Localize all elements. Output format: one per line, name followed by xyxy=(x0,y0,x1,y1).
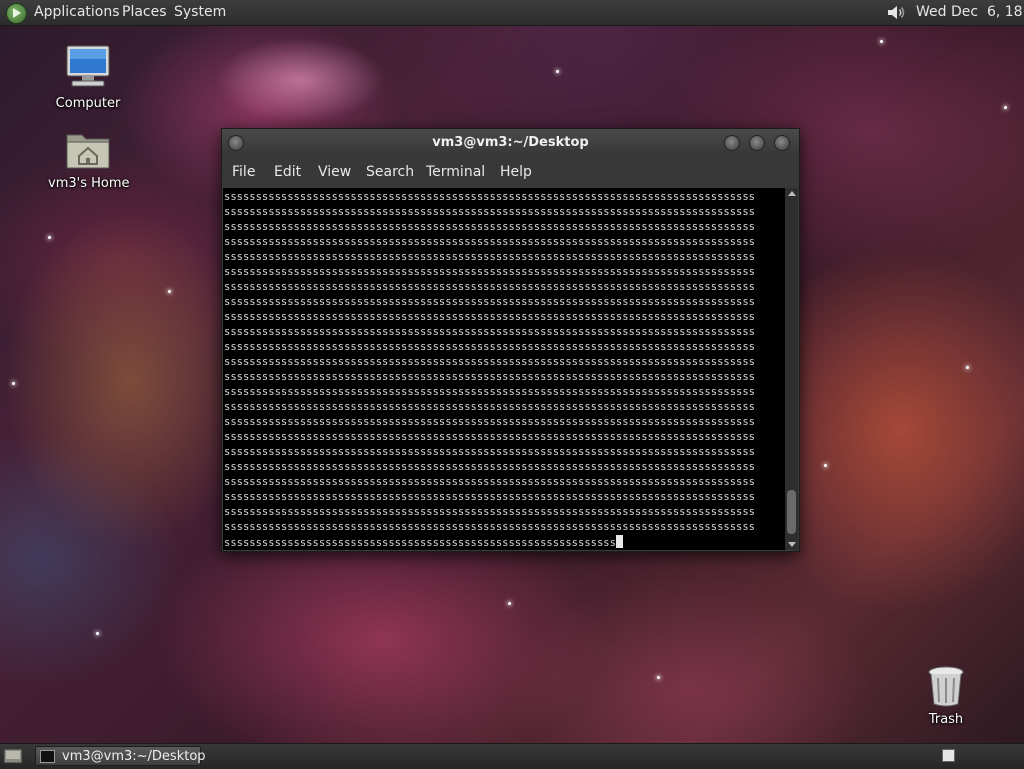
wallpaper-star xyxy=(880,40,883,43)
terminal-cursor xyxy=(615,535,623,548)
terminal-line: ssssssssssssssssssssssssssssssssssssssss… xyxy=(224,281,756,293)
desktop-icon-label: Computer xyxy=(55,96,121,111)
menu-view[interactable]: View xyxy=(318,164,351,180)
window-title: vm3@vm3:~/Desktop xyxy=(432,135,589,150)
terminal-line: ssssssssssssssssssssssssssssssssssssssss… xyxy=(224,521,756,533)
speaker-icon[interactable] xyxy=(886,4,906,21)
wallpaper-star xyxy=(556,70,559,73)
wallpaper-star xyxy=(168,290,171,293)
home-folder-icon xyxy=(66,134,110,169)
bottom-panel: vm3@vm3:~/Desktop xyxy=(0,743,1024,769)
window-menu-button[interactable] xyxy=(228,135,244,151)
show-desktop-icon[interactable] xyxy=(3,747,23,765)
terminal-output[interactable]: ssssssssssssssssssssssssssssssssssssssss… xyxy=(223,188,785,550)
menu-system[interactable]: System xyxy=(174,4,226,20)
menu-edit[interactable]: Edit xyxy=(274,164,301,180)
terminal-window[interactable]: vm3@vm3:~/Desktop File Edit View Search … xyxy=(221,128,800,552)
terminal-line: ssssssssssssssssssssssssssssssssssssssss… xyxy=(224,296,756,308)
terminal-scrollbar[interactable] xyxy=(785,188,798,550)
wallpaper-star xyxy=(1004,106,1007,109)
workspace-switcher[interactable] xyxy=(942,749,955,762)
menu-file[interactable]: File xyxy=(232,164,255,180)
wallpaper-star xyxy=(657,676,660,679)
terminal-line: ssssssssssssssssssssssssssssssssssssssss… xyxy=(224,431,756,443)
terminal-menubar: File Edit View Search Terminal Help xyxy=(222,157,799,187)
wallpaper-star xyxy=(96,632,99,635)
terminal-line: ssssssssssssssssssssssssssssssssssssssss… xyxy=(224,326,756,338)
distro-logo-icon[interactable] xyxy=(6,3,27,24)
wallpaper-star xyxy=(48,236,51,239)
desktop-icon-label: vm3's Home xyxy=(48,176,130,191)
menu-search[interactable]: Search xyxy=(366,164,414,180)
menu-help[interactable]: Help xyxy=(500,164,532,180)
computer-icon xyxy=(66,45,110,87)
wallpaper-star xyxy=(12,382,15,385)
top-panel: Applications Places System Wed Dec 6, 18… xyxy=(0,0,1024,26)
desktop-icon-computer[interactable]: Computer xyxy=(48,44,128,111)
terminal-line: ssssssssssssssssssssssssssssssssssssssss… xyxy=(224,476,756,488)
desktop-icon-home[interactable]: vm3's Home xyxy=(48,128,130,191)
taskbar-button-label: vm3@vm3:~/Desktop xyxy=(62,749,206,764)
terminal-line: ssssssssssssssssssssssssssssssssssssssss… xyxy=(224,221,756,233)
terminal-line: ssssssssssssssssssssssssssssssssssssssss… xyxy=(224,236,756,248)
terminal-line: ssssssssssssssssssssssssssssssssssssssss… xyxy=(224,356,756,368)
scroll-down-arrow-icon[interactable] xyxy=(788,542,796,547)
wallpaper-star xyxy=(824,464,827,467)
terminal-line: ssssssssssssssssssssssssssssssssssssssss… xyxy=(224,446,756,458)
close-button[interactable] xyxy=(774,135,790,151)
terminal-line: ssssssssssssssssssssssssssssssssssssssss… xyxy=(224,371,756,383)
trash-icon xyxy=(928,666,964,707)
terminal-line: ssssssssssssssssssssssssssssssssssssssss… xyxy=(224,341,756,353)
terminal-line: ssssssssssssssssssssssssssssssssssssssss… xyxy=(224,266,756,278)
terminal-prompt-line: ssssssssssssssssssssssssssssssssssssssss… xyxy=(224,535,785,550)
menu-terminal[interactable]: Terminal xyxy=(426,164,485,180)
terminal-line: ssssssssssssssssssssssssssssssssssssssss… xyxy=(224,506,756,518)
maximize-button[interactable] xyxy=(749,135,765,151)
wallpaper-star xyxy=(966,366,969,369)
desktop-icon-trash[interactable]: Trash xyxy=(914,664,978,727)
menu-applications[interactable]: Applications xyxy=(34,4,120,20)
terminal-line: ssssssssssssssssssssssssssssssssssssssss… xyxy=(224,386,756,398)
wallpaper-star xyxy=(508,602,511,605)
terminal-line: ssssssssssssssssssssssssssssssssssssssss… xyxy=(224,191,756,203)
minimize-button[interactable] xyxy=(724,135,740,151)
clock[interactable]: Wed Dec 6, 18:51 xyxy=(916,4,1024,20)
terminal-line: ssssssssssssssssssssssssssssssssssssssss… xyxy=(224,416,756,428)
menu-places[interactable]: Places xyxy=(122,4,167,20)
terminal-line: ssssssssssssssssssssssssssssssssssssssss… xyxy=(224,461,756,473)
terminal-line: ssssssssssssssssssssssssssssssssssssssss… xyxy=(224,206,756,218)
window-titlebar[interactable]: vm3@vm3:~/Desktop xyxy=(222,129,799,157)
terminal-line: ssssssssssssssssssssssssssssssssssssssss… xyxy=(224,251,756,263)
terminal-line: ssssssssssssssssssssssssssssssssssssssss… xyxy=(224,491,756,503)
terminal-line: ssssssssssssssssssssssssssssssssssssssss… xyxy=(224,311,756,323)
terminal-line: ssssssssssssssssssssssssssssssssssssssss… xyxy=(224,401,756,413)
scroll-up-arrow-icon[interactable] xyxy=(788,191,796,196)
scrollbar-thumb[interactable] xyxy=(787,490,796,534)
desktop-icon-label: Trash xyxy=(928,712,964,727)
taskbar-terminal-button[interactable]: vm3@vm3:~/Desktop xyxy=(35,746,206,766)
terminal-icon xyxy=(40,750,55,763)
